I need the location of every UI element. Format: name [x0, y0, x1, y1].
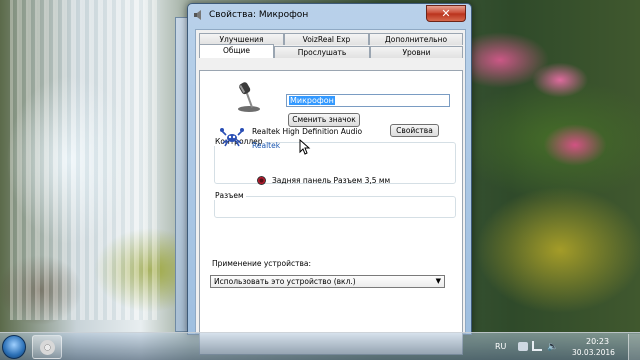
change-icon-button[interactable]: Сменить значок	[288, 113, 360, 127]
tab-label: VoizReal Exp	[302, 35, 351, 44]
jack-group-label: Разъем	[213, 191, 246, 200]
device-usage-label: Применение устройства:	[212, 259, 312, 268]
clock-time[interactable]: 20:23	[586, 337, 609, 346]
waterfall-image	[10, 0, 160, 320]
microphone-icon	[238, 82, 260, 112]
language-indicator[interactable]: RU	[495, 342, 506, 351]
tab-advanced[interactable]: Дополнительно	[369, 33, 463, 45]
close-button[interactable]: ✕	[426, 5, 466, 22]
controller-name: Realtek High Definition Audio	[252, 127, 363, 136]
general-tab-panel: Микрофон Сменить значок Контроллер Разъе…	[199, 70, 463, 355]
tab-label: Прослушать	[297, 48, 347, 57]
title-bar[interactable]: Свойства: Микрофон ✕	[188, 4, 471, 26]
tab-label: Улучшения	[219, 35, 264, 44]
window-title: Свойства: Микрофон	[209, 10, 309, 20]
jack-group	[214, 196, 456, 218]
tab-voizreal-exp[interactable]: VoizReal Exp	[284, 33, 369, 45]
jack-description: Задняя панель Разъем 3,5 мм	[272, 176, 391, 185]
media-player-icon	[40, 340, 55, 355]
taskbar-media-player[interactable]	[32, 335, 62, 359]
taskbar	[0, 332, 640, 360]
tab-general[interactable]: Общие	[199, 44, 274, 58]
flag-icon[interactable]	[518, 342, 528, 351]
show-desktop-button[interactable]	[628, 334, 640, 360]
network-icon[interactable]	[532, 341, 542, 351]
clock-date[interactable]: 30.03.2016	[572, 348, 615, 357]
volume-icon[interactable]: 🔈	[547, 342, 558, 352]
controller-vendor-link[interactable]: Realtek	[252, 141, 280, 150]
speaker-app-icon	[194, 10, 201, 20]
tab-label: Дополнительно	[384, 35, 448, 44]
controller-properties-button[interactable]: Свойства	[390, 124, 439, 137]
tab-label: Уровни	[402, 48, 431, 57]
tab-levels[interactable]: Уровни	[370, 46, 463, 58]
device-usage-value: Использовать это устройство (вкл.)	[214, 277, 356, 286]
tab-listen[interactable]: Прослушать	[274, 46, 370, 58]
realtek-crab-icon	[220, 128, 244, 147]
tab-label: Общие	[222, 46, 251, 55]
dropdown-arrow-icon: ▼	[435, 277, 441, 285]
close-icon: ✕	[441, 7, 451, 20]
device-name-input[interactable]: Микрофон	[286, 94, 450, 107]
red-jack-icon	[257, 176, 266, 185]
mouse-cursor-icon	[299, 139, 311, 155]
windows-start-icon[interactable]	[2, 335, 26, 359]
device-name-text: Микрофон	[289, 96, 335, 105]
device-usage-select[interactable]: Использовать это устройство (вкл.) ▼	[210, 275, 445, 288]
